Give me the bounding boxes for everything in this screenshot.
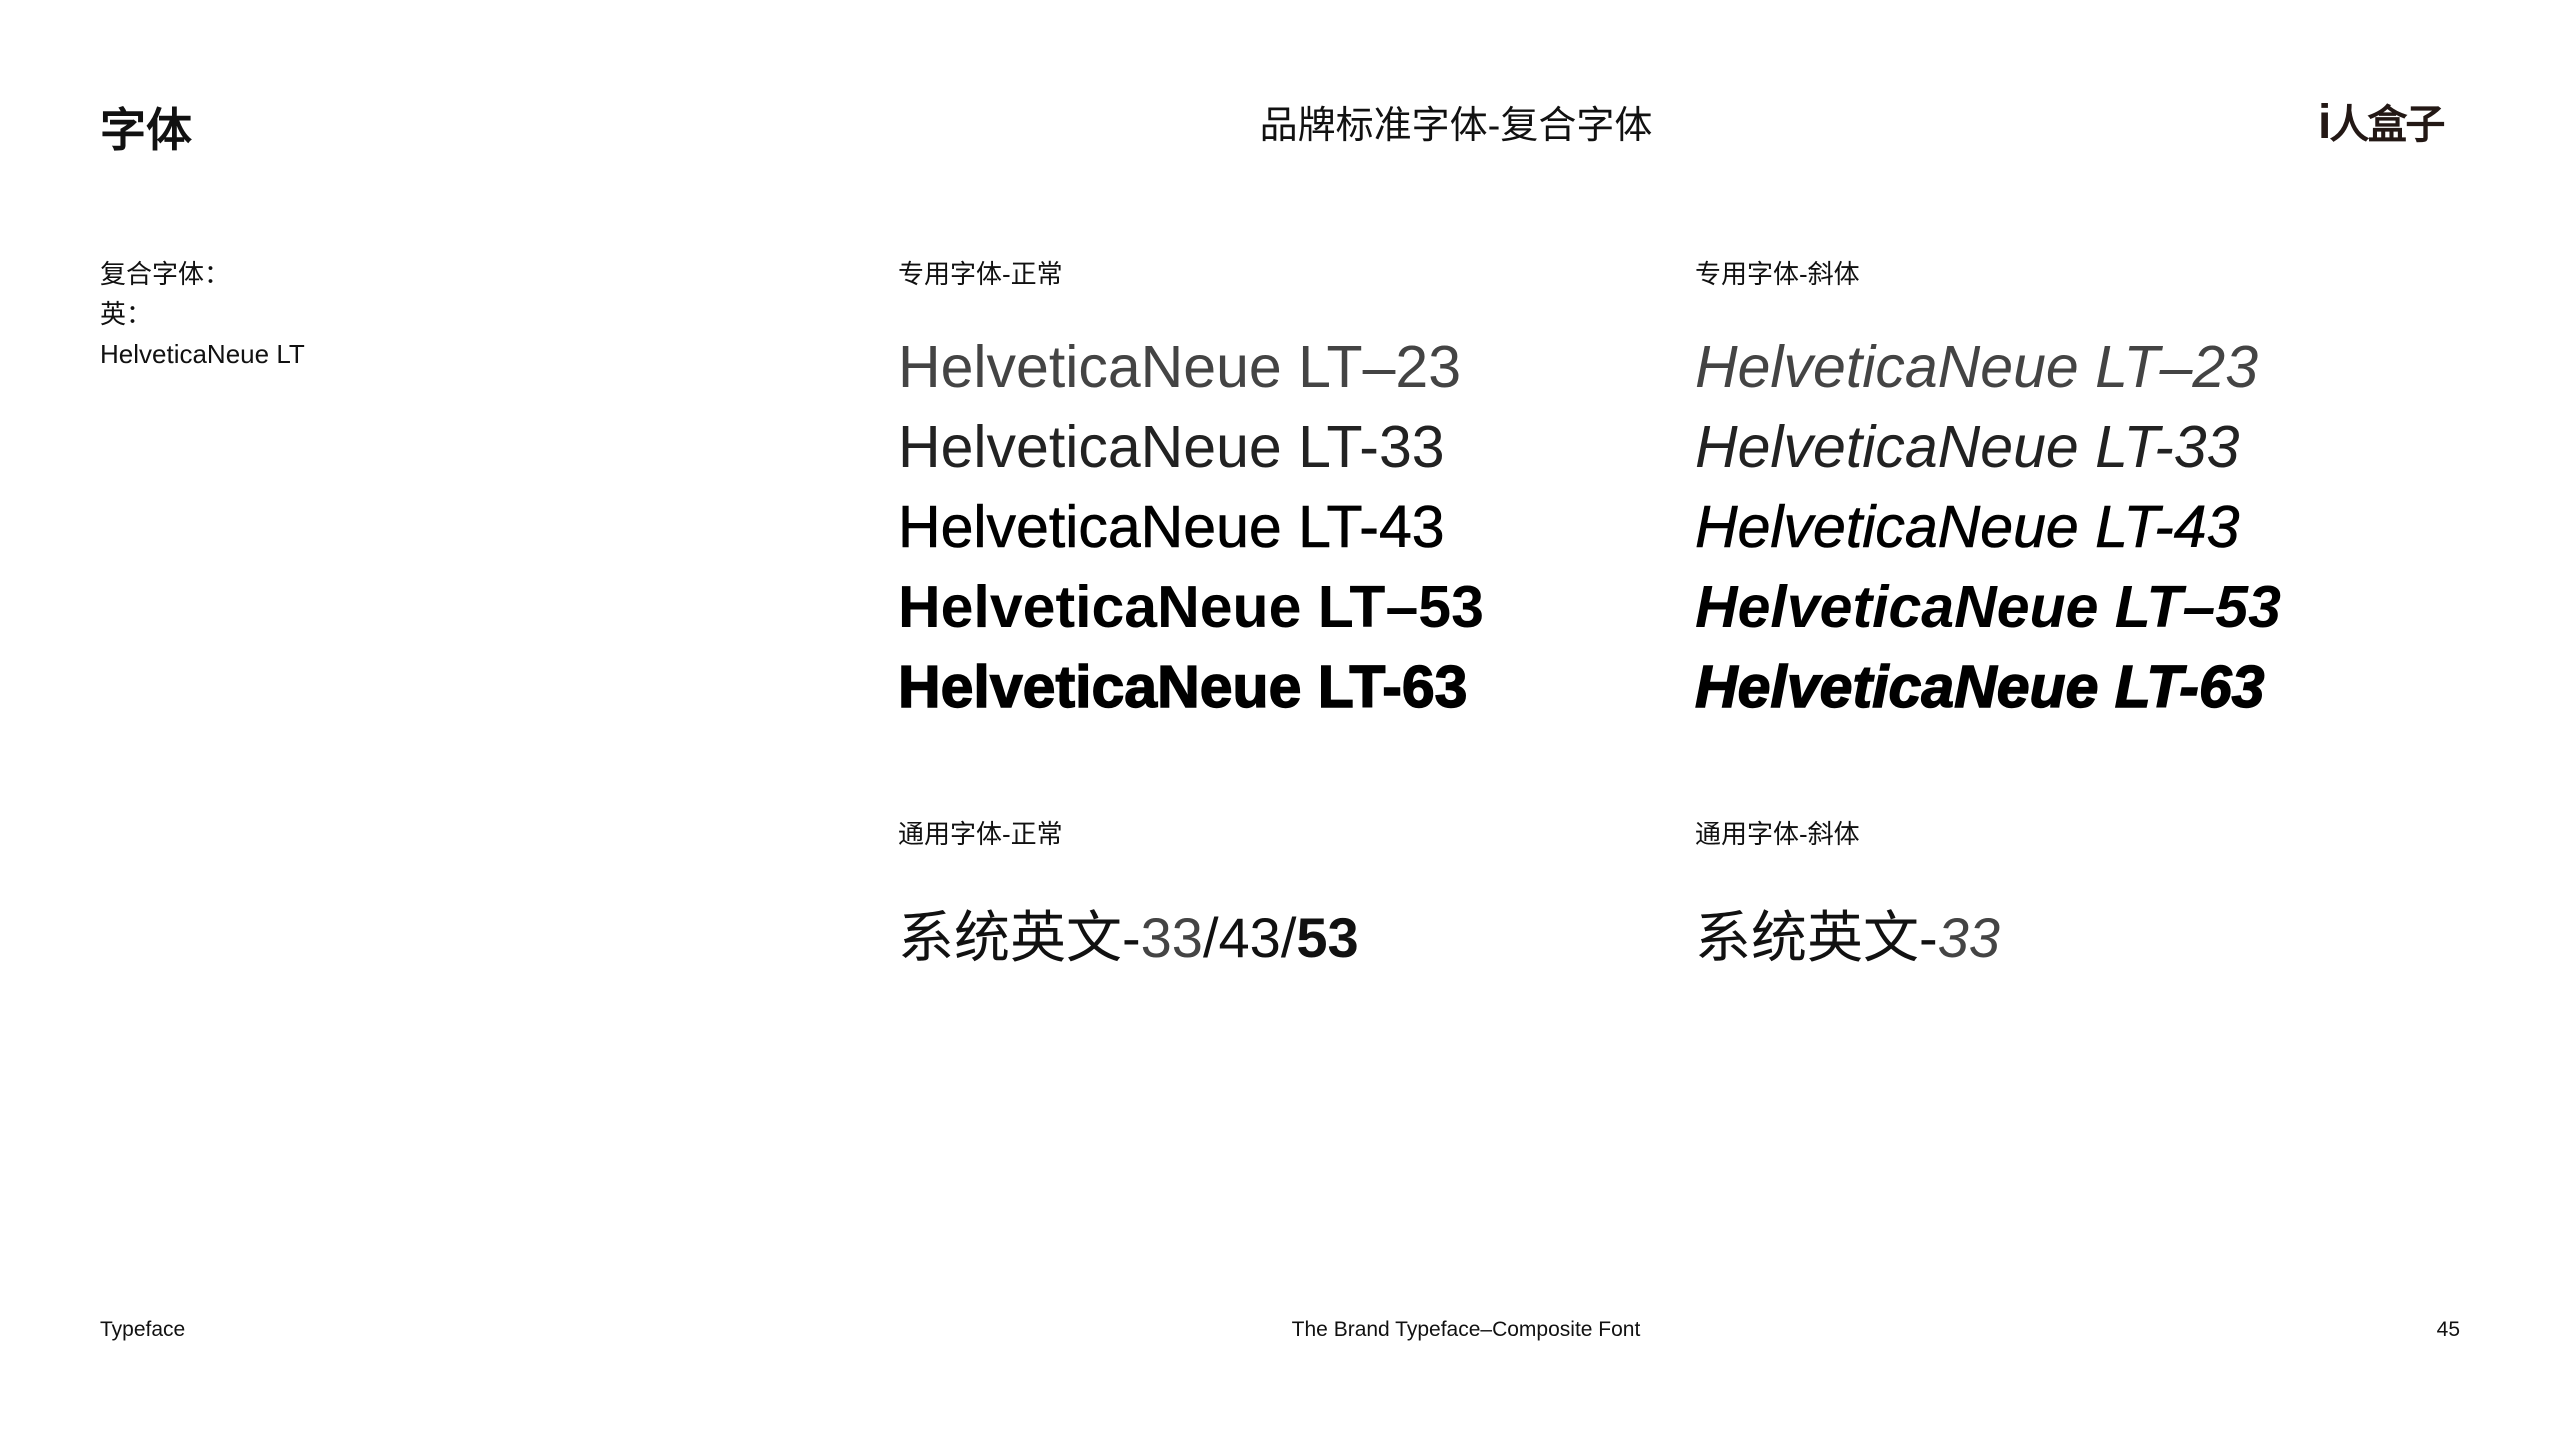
- sample-23: HelveticaNeue LT–23: [898, 334, 1462, 400]
- general-italic-sample: 系统英文-33: [1695, 893, 2000, 974]
- general-italic-label: 通用字体-斜体: [1695, 819, 1860, 849]
- system-english-prefix: 系统英文-: [898, 906, 1141, 969]
- footer-title: The Brand Typeface–Composite Font: [1291, 1318, 1641, 1341]
- sample-63: HelveticaNeue LT-63: [897, 653, 1468, 720]
- sample-italic-23: HelveticaNeue LT–23: [1695, 334, 2259, 400]
- weight-italic-33: 33: [1937, 906, 2000, 969]
- section-heading: 字体: [100, 104, 192, 156]
- composite-font-info: 复合字体： 英： HelveticaNeue LT: [100, 254, 305, 374]
- sample-italic-63: HelveticaNeue LT-63: [1694, 653, 2265, 720]
- footer-section: Typeface: [100, 1318, 186, 1341]
- dedicated-regular-samples: HelveticaNeue LT–23 HelveticaNeue LT-33 …: [897, 327, 1484, 727]
- dedicated-regular-label: 专用字体-正常: [898, 259, 1063, 289]
- dedicated-italic-label: 专用字体-斜体: [1695, 259, 1860, 289]
- english-label: 英：: [100, 299, 153, 329]
- sample-33: HelveticaNeue LT-33: [898, 414, 1445, 480]
- sample-43: HelveticaNeue LT-43: [898, 494, 1445, 561]
- system-english-prefix: 系统英文-: [1695, 906, 1938, 969]
- dedicated-italic-samples: HelveticaNeue LT–23 HelveticaNeue LT-33 …: [1694, 327, 2281, 727]
- weight-53: 53: [1296, 906, 1359, 969]
- weight-33: 33: [1140, 906, 1203, 969]
- separator: /: [1202, 906, 1219, 969]
- sample-53: HelveticaNeue LT–53: [898, 574, 1484, 640]
- page-number: 45: [2436, 1318, 2460, 1341]
- english-font-name: HelveticaNeue LT: [100, 339, 305, 369]
- general-regular-label: 通用字体-正常: [898, 819, 1063, 849]
- separator: /: [1280, 906, 1297, 969]
- sample-italic-43: HelveticaNeue LT-43: [1695, 494, 2240, 561]
- page-title: 品牌标准字体-复合字体: [1259, 105, 1653, 147]
- sample-italic-33: HelveticaNeue LT-33: [1695, 414, 2240, 480]
- composite-font-label: 复合字体：: [100, 259, 231, 289]
- weight-43: 43: [1218, 906, 1281, 969]
- sample-italic-53: HelveticaNeue LT–53: [1695, 574, 2281, 640]
- brand-logo: i人盒子: [2318, 96, 2445, 149]
- general-regular-sample: 系统英文-33/43/53: [898, 893, 1359, 974]
